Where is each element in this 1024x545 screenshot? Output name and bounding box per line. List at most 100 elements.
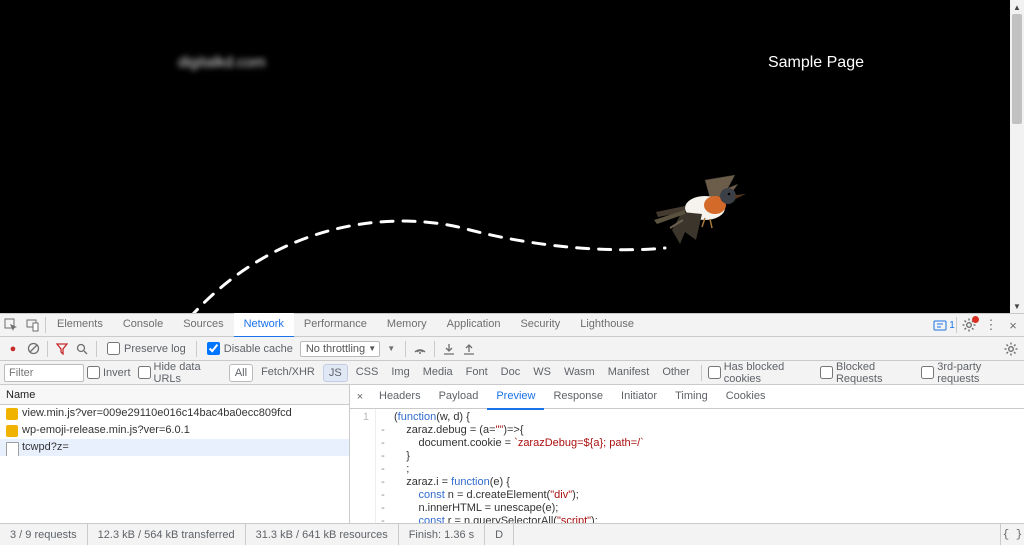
network-settings-icon[interactable] bbox=[1002, 340, 1020, 358]
invert-label: Invert bbox=[103, 367, 131, 379]
dashed-trail bbox=[160, 160, 720, 313]
code-fold-column: ------------- bbox=[376, 409, 390, 523]
issues-button[interactable]: 1 bbox=[933, 314, 955, 337]
more-icon[interactable]: ⋮ bbox=[980, 314, 1002, 337]
network-statusbar: 3 / 9 requests 12.3 kB / 564 kB transfer… bbox=[0, 523, 1024, 545]
nav-link-sample-page[interactable]: Sample Page bbox=[768, 54, 864, 72]
network-conditions-icon[interactable] bbox=[411, 340, 429, 358]
close-devtools-icon[interactable]: × bbox=[1002, 314, 1024, 337]
devtools-tab-memory[interactable]: Memory bbox=[377, 313, 437, 337]
preserve-log-label: Preserve log bbox=[124, 343, 186, 355]
invert-checkbox[interactable]: Invert bbox=[87, 366, 135, 379]
blocked-requests-label: Blocked Requests bbox=[836, 361, 914, 385]
devtools-panel: ElementsConsoleSourcesNetworkPerformance… bbox=[0, 313, 1024, 545]
preview-area: 1 ------------- (function(w, d) { zaraz.… bbox=[350, 409, 1024, 523]
third-party-checkbox[interactable]: 3rd-party requests bbox=[921, 361, 1020, 385]
filter-type-ws[interactable]: WS bbox=[528, 364, 556, 382]
close-detail-icon[interactable]: × bbox=[350, 391, 370, 403]
filter-type-all[interactable]: All bbox=[229, 364, 253, 382]
generic-file-icon bbox=[6, 442, 18, 454]
devtools-tab-security[interactable]: Security bbox=[510, 313, 570, 337]
request-detail-panel: × HeadersPayloadPreviewResponseInitiator… bbox=[350, 385, 1024, 523]
code-gutter: 1 bbox=[350, 409, 376, 523]
network-main-area: Name view.min.js?ver=009e29110e016c14bac… bbox=[0, 385, 1024, 523]
filter-type-fetch-xhr[interactable]: Fetch/XHR bbox=[256, 364, 320, 382]
third-party-label: 3rd-party requests bbox=[937, 361, 1016, 385]
devtools-tab-network[interactable]: Network bbox=[234, 313, 294, 338]
issues-count: 1 bbox=[949, 320, 955, 331]
clear-icon[interactable] bbox=[24, 340, 42, 358]
devtools-tab-lighthouse[interactable]: Lighthouse bbox=[570, 313, 644, 337]
bird-image bbox=[650, 170, 750, 245]
devtools-tab-sources[interactable]: Sources bbox=[173, 313, 233, 337]
filter-input[interactable] bbox=[4, 364, 84, 382]
devtools-tab-performance[interactable]: Performance bbox=[294, 313, 377, 337]
webpage-viewport: digitalkd.com Sample Page ▲ ▼ bbox=[0, 0, 1024, 313]
throttling-select[interactable]: No throttling bbox=[300, 341, 380, 357]
hide-data-urls-checkbox[interactable]: Hide data URLs bbox=[138, 361, 226, 385]
code-content[interactable]: (function(w, d) { zaraz.debug = (a="")=>… bbox=[390, 409, 678, 523]
js-file-icon bbox=[6, 408, 18, 420]
blocked-requests-checkbox[interactable]: Blocked Requests bbox=[820, 361, 918, 385]
export-har-icon[interactable] bbox=[460, 340, 478, 358]
filter-type-other[interactable]: Other bbox=[657, 364, 695, 382]
import-har-icon[interactable] bbox=[440, 340, 458, 358]
request-name: tcwpd?z= bbox=[22, 439, 69, 456]
filter-type-doc[interactable]: Doc bbox=[496, 364, 526, 382]
has-blocked-cookies-checkbox[interactable]: Has blocked cookies bbox=[708, 361, 817, 385]
network-filter-bar: Invert Hide data URLs AllFetch/XHRJSCSSI… bbox=[0, 361, 1024, 385]
pretty-print-icon[interactable]: { } bbox=[1000, 524, 1024, 545]
requests-list: Name view.min.js?ver=009e29110e016c14bac… bbox=[0, 385, 350, 523]
device-toolbar-icon[interactable] bbox=[22, 314, 44, 337]
status-finish: Finish: 1.36 s bbox=[399, 524, 485, 545]
scroll-thumb[interactable] bbox=[1012, 14, 1022, 124]
detail-tab-timing[interactable]: Timing bbox=[666, 384, 717, 409]
detail-tab-response[interactable]: Response bbox=[544, 384, 612, 409]
has-blocked-cookies-label: Has blocked cookies bbox=[724, 361, 813, 385]
detail-tab-payload[interactable]: Payload bbox=[430, 384, 488, 409]
status-domloaded: D bbox=[485, 524, 514, 545]
devtools-tab-console[interactable]: Console bbox=[113, 313, 173, 337]
request-row[interactable]: view.min.js?ver=009e29110e016c14bac4ba0e… bbox=[0, 405, 349, 422]
page-scrollbar[interactable]: ▲ ▼ bbox=[1010, 0, 1024, 313]
settings-icon[interactable] bbox=[958, 314, 980, 337]
status-resources: 31.3 kB / 641 kB resources bbox=[246, 524, 399, 545]
search-icon[interactable] bbox=[73, 340, 91, 358]
detail-tab-initiator[interactable]: Initiator bbox=[612, 384, 666, 409]
filter-type-js[interactable]: JS bbox=[323, 364, 348, 382]
status-transferred: 12.3 kB / 564 kB transferred bbox=[88, 524, 246, 545]
detail-tabs: × HeadersPayloadPreviewResponseInitiator… bbox=[350, 385, 1024, 409]
js-file-icon bbox=[6, 425, 18, 437]
record-icon[interactable]: ● bbox=[4, 340, 22, 358]
filter-type-font[interactable]: Font bbox=[461, 364, 493, 382]
detail-tab-headers[interactable]: Headers bbox=[370, 384, 430, 409]
devtools-tab-application[interactable]: Application bbox=[437, 313, 511, 337]
hide-data-urls-label: Hide data URLs bbox=[154, 361, 222, 385]
network-toolbar: ● Preserve log Disable cache No throttli… bbox=[0, 337, 1024, 361]
scroll-down-icon[interactable]: ▼ bbox=[1010, 299, 1024, 313]
filter-type-img[interactable]: Img bbox=[386, 364, 414, 382]
devtools-tab-elements[interactable]: Elements bbox=[47, 313, 113, 337]
filter-icon[interactable] bbox=[53, 340, 71, 358]
status-requests-count: 3 / 9 requests bbox=[0, 524, 88, 545]
request-row[interactable]: wp-emoji-release.min.js?ver=6.0.1 bbox=[0, 422, 349, 439]
request-name: wp-emoji-release.min.js?ver=6.0.1 bbox=[22, 422, 190, 439]
disable-cache-label: Disable cache bbox=[224, 343, 293, 355]
request-row[interactable]: tcwpd?z= bbox=[0, 439, 349, 456]
inspect-icon[interactable] bbox=[0, 314, 22, 337]
filter-type-css[interactable]: CSS bbox=[351, 364, 384, 382]
throttle-more-icon[interactable]: ▼ bbox=[382, 340, 400, 358]
devtools-main-toolbar: ElementsConsoleSourcesNetworkPerformance… bbox=[0, 314, 1024, 337]
column-header-name[interactable]: Name bbox=[0, 385, 349, 405]
throttling-value: No throttling bbox=[306, 343, 365, 355]
preserve-log-checkbox[interactable]: Preserve log bbox=[102, 342, 191, 355]
detail-tab-cookies[interactable]: Cookies bbox=[717, 384, 775, 409]
filter-type-media[interactable]: Media bbox=[418, 364, 458, 382]
filter-type-manifest[interactable]: Manifest bbox=[603, 364, 655, 382]
disable-cache-checkbox[interactable]: Disable cache bbox=[202, 342, 298, 355]
request-name: view.min.js?ver=009e29110e016c14bac4ba0e… bbox=[22, 405, 292, 422]
filter-type-wasm[interactable]: Wasm bbox=[559, 364, 600, 382]
site-logo-text: digitalkd.com bbox=[178, 54, 266, 71]
scroll-up-icon[interactable]: ▲ bbox=[1010, 0, 1024, 14]
detail-tab-preview[interactable]: Preview bbox=[487, 384, 544, 410]
